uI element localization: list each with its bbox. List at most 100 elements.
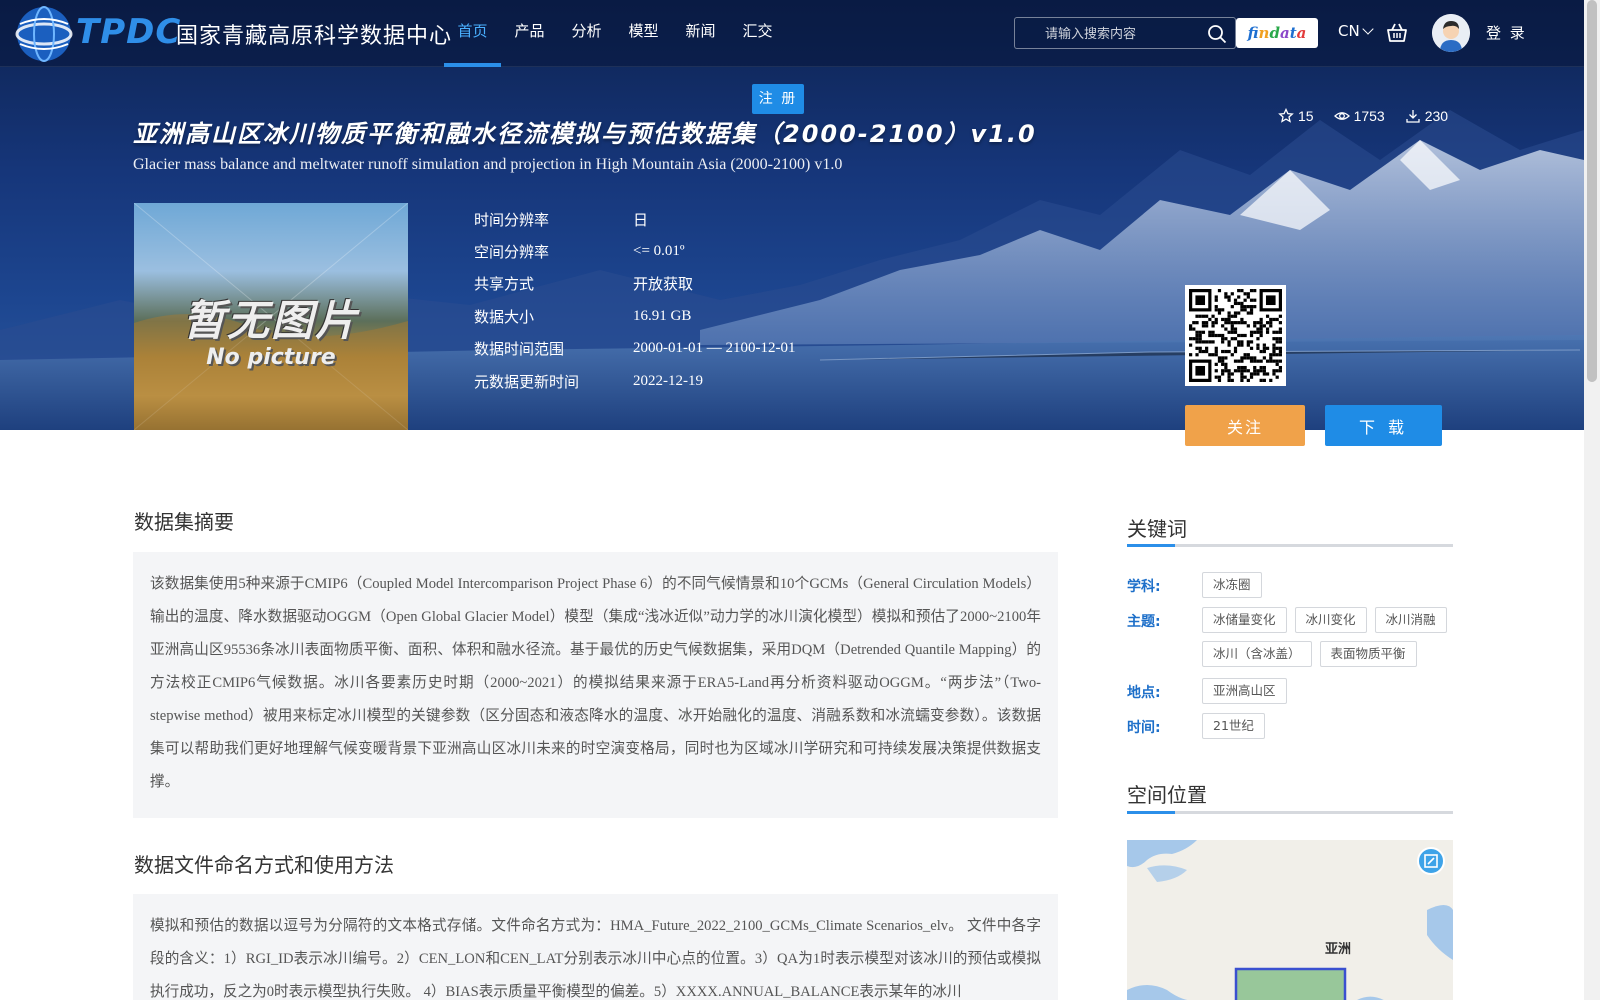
chevron-down-icon (1362, 23, 1374, 35)
keyword-group-label: 时间: (1127, 720, 1161, 736)
meta-row-sharing: 共享方式 开放获取 (474, 268, 795, 300)
keyword-group-discipline: 学科: 冰冻圈 (1127, 572, 1462, 598)
nav-news[interactable]: 新闻 (672, 0, 729, 67)
qr-code (1185, 285, 1286, 386)
favorites-stat[interactable]: 15 (1278, 108, 1314, 124)
keyword-group-theme: 主题: 冰储量变化 冰川变化 冰川消融 冰川（含冰盖） 表面物质平衡 (1127, 607, 1462, 667)
user-avatar-icon (1432, 14, 1470, 52)
nav-models[interactable]: 模型 (615, 0, 672, 67)
findata-letter: a (1279, 24, 1290, 42)
views-count: 1753 (1353, 108, 1385, 124)
meta-value: 2000-01-01 — 2100-12-01 (633, 340, 796, 357)
main-nav: 首页 产品 分析 模型 新闻 汇交 (444, 0, 786, 67)
follow-button[interactable]: 关注 (1185, 405, 1305, 446)
dataset-meta-table: 时间分辨率 日 空间分辨率 <= 0.01º 共享方式 开放获取 数据大小 16… (474, 203, 795, 397)
findata-letter: a (1296, 24, 1307, 42)
meta-row-size: 数据大小 16.91 GB (474, 300, 795, 332)
naming-text: 模拟和预估的数据以逗号为分隔符的文本格式存储。文件命名方式为：HMA_Futur… (150, 918, 1041, 1000)
keyword-tag-list: 冰储量变化 冰川变化 冰川消融 冰川（含冰盖） 表面物质平衡 (1202, 607, 1462, 667)
favorites-count: 15 (1298, 108, 1314, 124)
map-graphic (1127, 840, 1453, 1000)
download-icon (1406, 110, 1420, 123)
no-picture-en: No picture (206, 345, 336, 370)
meta-key: 时间分辨率 (474, 210, 550, 229)
meta-row-spatial-resolution: 空间分辨率 <= 0.01º (474, 235, 795, 267)
location-title: 空间位置 (1127, 783, 1207, 807)
keyword-tag[interactable]: 冰川（含冰盖） (1202, 641, 1312, 667)
dataset-title-cn: 亚洲高山区冰川物质平衡和融水径流模拟与预估数据集（2000-2100）v1.0 (133, 120, 1037, 148)
findata-logo-button[interactable]: findata (1236, 18, 1318, 48)
no-picture-cn: 暂无图片 (182, 296, 359, 345)
user-avatar[interactable] (1432, 14, 1470, 52)
keyword-group-label: 学科: (1127, 579, 1161, 595)
views-stat: 1753 (1333, 108, 1385, 124)
meta-value: 开放获取 (633, 277, 694, 294)
nav-analysis[interactable]: 分析 (558, 0, 615, 67)
download-button[interactable]: 下 载 (1325, 405, 1442, 446)
qr-code-icon (1189, 289, 1282, 382)
downloads-count: 230 (1424, 108, 1449, 124)
naming-title: 数据文件命名方式和使用方法 (134, 853, 394, 877)
naming-box: 模拟和预估的数据以逗号为分隔符的文本格式存储。文件命名方式为：HMA_Futur… (133, 894, 1058, 1000)
location-map[interactable]: 亚洲 (1127, 840, 1453, 1000)
abstract-text: 该数据集使用5种来源于CMIP6（Coupled Model Intercomp… (150, 576, 1041, 790)
keyword-tag[interactable]: 亚洲高山区 (1202, 678, 1287, 704)
search-input[interactable] (1015, 18, 1205, 48)
findata-letter: t (1289, 24, 1297, 42)
nav-submit[interactable]: 汇交 (729, 0, 786, 67)
location-title-underline (1127, 811, 1453, 814)
meta-row-updated: 元数据更新时间 2022-12-19 (474, 365, 795, 397)
keywords-title: 关键词 (1127, 517, 1187, 541)
meta-key: 空间分辨率 (474, 243, 550, 262)
dataset-stats: 15 1753 230 (1278, 108, 1448, 124)
keyword-tag[interactable]: 冰储量变化 (1202, 607, 1287, 633)
meta-key: 共享方式 (474, 275, 535, 294)
keyword-tag-list: 冰冻圈 (1202, 572, 1462, 598)
keyword-group-label: 地点: (1127, 685, 1161, 701)
dataset-thumbnail: 暂无图片 No picture (134, 203, 408, 430)
star-icon (1278, 108, 1294, 123)
register-button[interactable]: 注 册 (752, 84, 804, 114)
login-link[interactable]: 登 录 (1486, 22, 1527, 43)
language-label: CN (1338, 22, 1360, 40)
meta-value: 16.91 GB (633, 307, 692, 324)
keyword-tag[interactable]: 冰川变化 (1294, 607, 1367, 633)
map-expand-icon[interactable] (1417, 847, 1445, 875)
findata-letter: d (1269, 24, 1280, 42)
keyword-tag[interactable]: 冰冻圈 (1202, 572, 1262, 598)
meta-value: 日 (633, 212, 649, 229)
search-icon[interactable] (1207, 24, 1227, 44)
keyword-tag-list: 21世纪 (1202, 713, 1462, 739)
nav-home[interactable]: 首页 (444, 0, 501, 67)
page-scrollbar[interactable] (1584, 0, 1600, 1000)
tpdc-globe-logo-icon[interactable] (14, 4, 74, 64)
eye-icon (1333, 112, 1350, 120)
meta-row-temporal-resolution: 时间分辨率 日 (474, 203, 795, 235)
keyword-tag[interactable]: 表面物质平衡 (1319, 641, 1417, 667)
keyword-tag[interactable]: 21世纪 (1202, 713, 1265, 739)
abstract-box: 该数据集使用5种来源于CMIP6（Coupled Model Intercomp… (133, 552, 1058, 818)
findata-letter: f (1247, 24, 1259, 42)
logo-name[interactable]: 国家青藏高原科学数据中心 (176, 18, 452, 50)
meta-key: 元数据更新时间 (474, 372, 580, 391)
abstract-title: 数据集摘要 (134, 510, 234, 534)
language-selector[interactable]: CN (1338, 22, 1374, 40)
findata-letter: n (1258, 24, 1270, 42)
nav-products[interactable]: 产品 (501, 0, 558, 67)
meta-row-time-range: 数据时间范围 2000-01-01 — 2100-12-01 (474, 333, 795, 365)
meta-key: 数据时间范围 (474, 340, 565, 359)
top-navbar: TPDC 国家青藏高原科学数据中心 首页 产品 分析 模型 新闻 汇交 find… (0, 0, 1584, 67)
keywords-title-underline (1127, 544, 1453, 547)
dataset-title-en: Glacier mass balance and meltwater runof… (133, 156, 843, 173)
keyword-tag-list: 亚洲高山区 (1202, 678, 1462, 704)
logo-abbr[interactable]: TPDC (76, 12, 181, 52)
keyword-group-time: 时间: 21世纪 (1127, 713, 1462, 739)
search-box (1014, 17, 1236, 49)
meta-value: 2022-12-19 (633, 372, 703, 389)
keyword-tag[interactable]: 冰川消融 (1374, 607, 1447, 633)
downloads-stat: 230 (1405, 108, 1448, 124)
shopping-basket-icon[interactable] (1386, 22, 1408, 44)
scrollbar-thumb[interactable] (1587, 0, 1597, 382)
meta-value: <= 0.01º (633, 243, 685, 260)
meta-key: 数据大小 (474, 307, 535, 326)
